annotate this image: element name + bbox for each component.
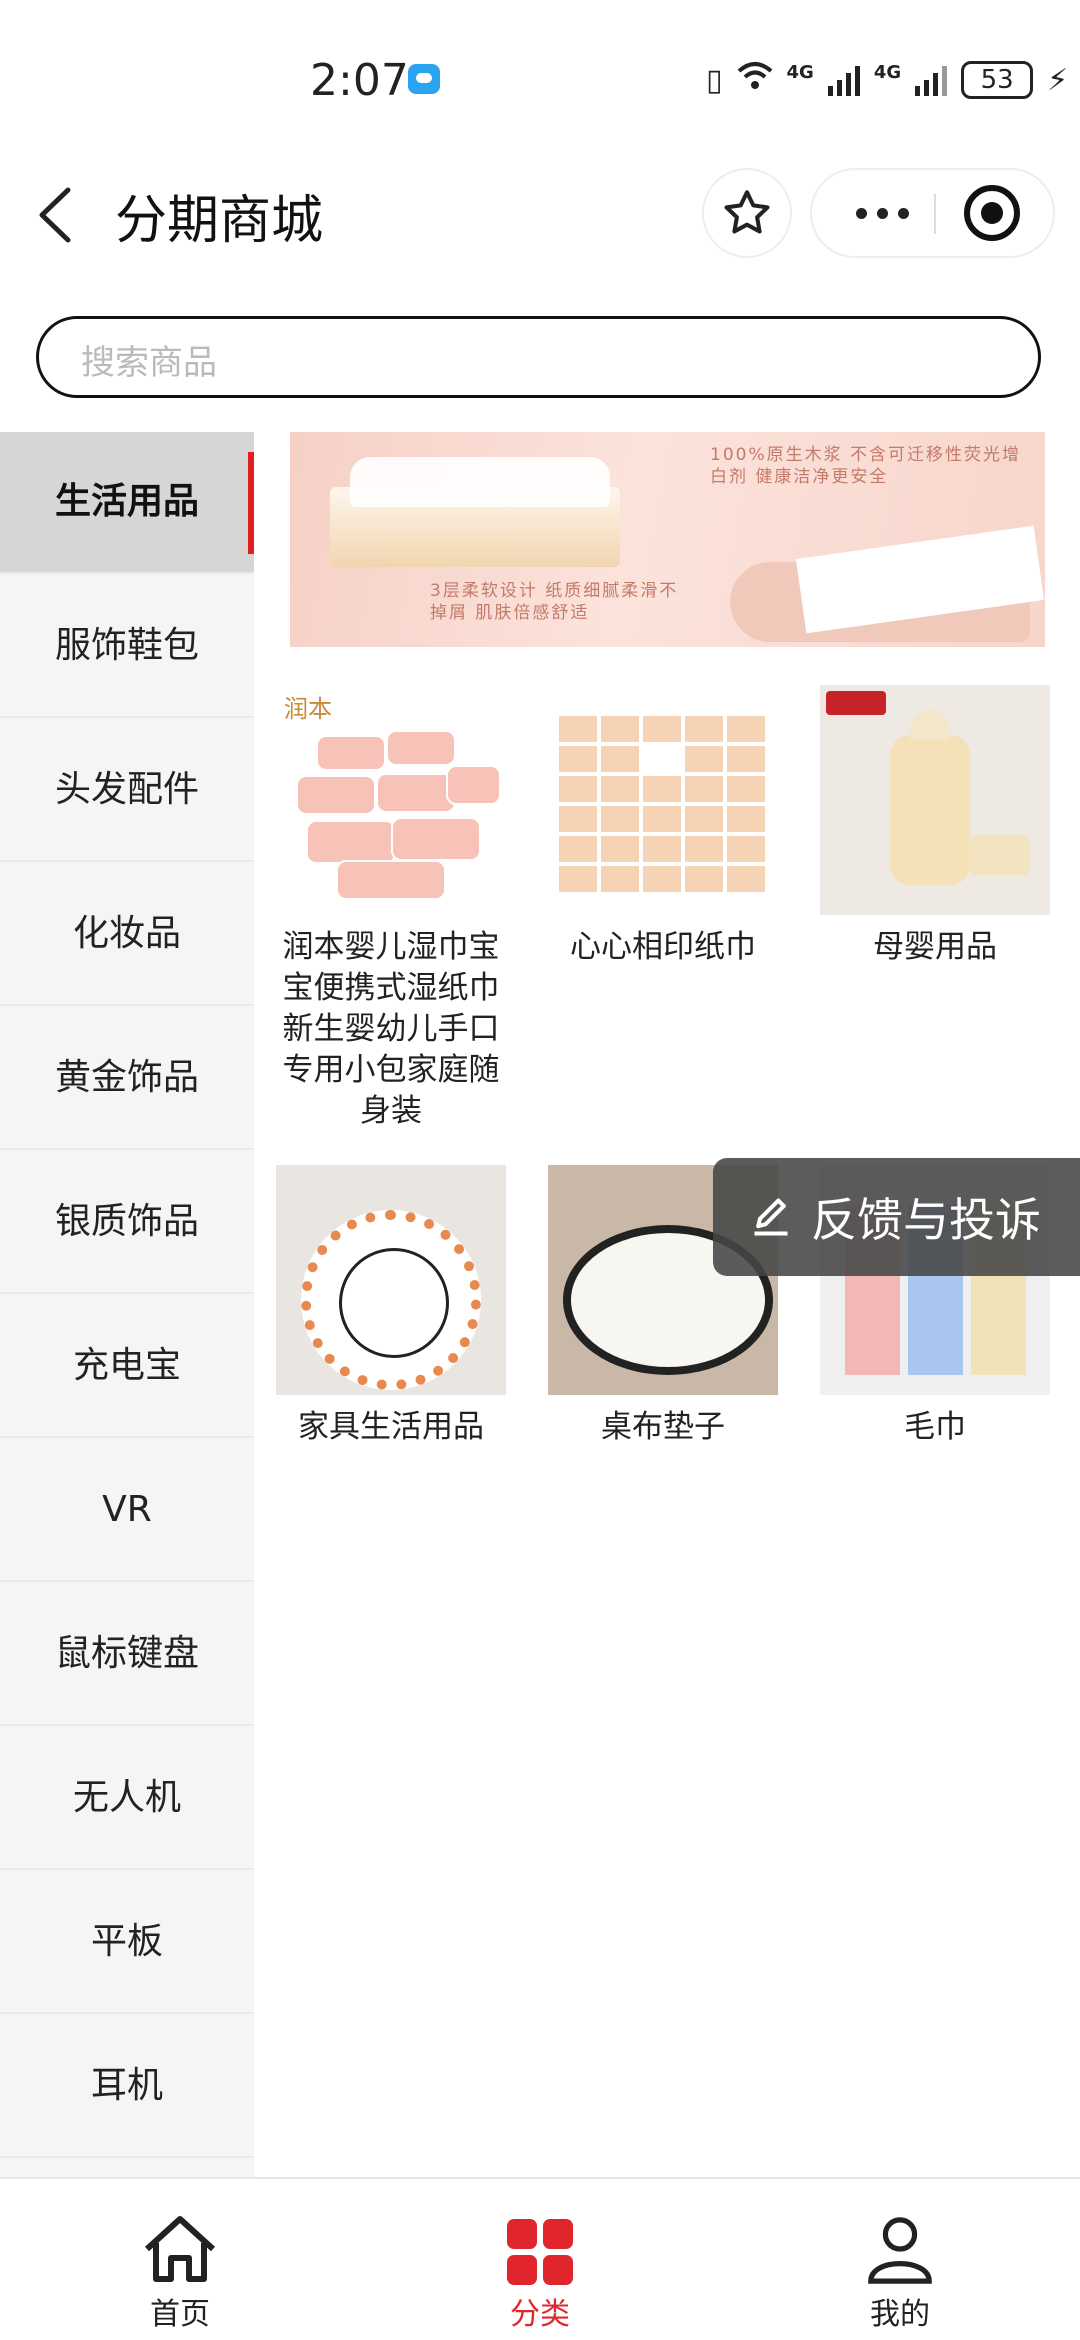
product-brand: 润本 — [284, 695, 332, 723]
network-type-1: 4G — [786, 61, 814, 83]
edit-icon — [754, 1198, 788, 1236]
promo-banner[interactable]: 100%原生木浆 不含可迁移性荧光增白剂 健康洁净更安全 3层柔软设计 纸质细腻… — [290, 432, 1045, 647]
sidebar-item-silver[interactable]: 银质饰品 — [0, 1152, 254, 1294]
category-grid-icon — [507, 2219, 573, 2285]
status-bar: 2:07 ▯ 4G 4G 53 ⚡ — [0, 0, 1080, 150]
product-image — [548, 685, 778, 915]
status-icons: ▯ 4G 4G 53 ⚡ — [706, 58, 1068, 102]
tab-label: 分类 — [510, 2297, 570, 2332]
product-name: 润本婴儿湿巾宝宝便携式湿纸巾新生婴幼儿手口专用小包家庭随身装 — [282, 929, 500, 1129]
product-image: 润本 — [276, 685, 506, 915]
tab-me[interactable]: 我的 — [800, 2209, 1000, 2333]
sidebar-item-earphones[interactable]: 耳机 — [0, 2016, 254, 2158]
sidebar-item-cosmetics[interactable]: 化妆品 — [0, 864, 254, 1006]
sidebar-item-gold[interactable]: 黄金饰品 — [0, 1008, 254, 1150]
sidebar-item-hair-accessories[interactable]: 头发配件 — [0, 720, 254, 862]
home-icon — [144, 2216, 216, 2282]
sidebar-item-apparel[interactable]: 服饰鞋包 — [0, 576, 254, 718]
product-card[interactable]: 润本 润本婴儿湿巾宝宝便携式湿纸巾新生婴幼儿手口专用小包家庭随身装 — [276, 685, 506, 1132]
tab-label: 我的 — [870, 2297, 930, 2332]
charging-icon: ⚡ — [1047, 62, 1069, 98]
sidebar-item-vr[interactable]: VR — [0, 1440, 254, 1582]
sidebar-item-power-bank[interactable]: 充电宝 — [0, 1296, 254, 1438]
vibrate-icon: ▯ — [706, 62, 723, 98]
product-card[interactable]: 家具生活用品 — [276, 1165, 506, 1448]
sidebar-item-daily-goods[interactable]: 生活用品 — [0, 432, 254, 574]
status-time: 2:07 — [310, 55, 409, 106]
favorite-button[interactable] — [702, 168, 792, 258]
network-type-2: 4G — [873, 61, 902, 83]
battery-icon: 53 — [961, 61, 1034, 99]
product-name: 毛巾 — [904, 1409, 966, 1445]
product-name: 心心相印纸巾 — [570, 929, 756, 965]
product-name: 家具生活用品 — [298, 1409, 484, 1445]
mall-page: 2:07 ▯ 4G 4G 53 ⚡ 分期商城 搜索商品 生活用品 服饰鞋包 头发… — [0, 0, 1080, 2340]
product-name: 母婴用品 — [873, 929, 997, 965]
star-icon — [724, 190, 770, 234]
back-icon[interactable] — [30, 182, 90, 248]
tab-category[interactable]: 分类 — [440, 2209, 640, 2333]
tab-home[interactable]: 首页 — [80, 2209, 280, 2333]
mini-program-capsule — [810, 168, 1055, 258]
more-icon[interactable] — [842, 170, 922, 256]
page-title: 分期商城 — [115, 191, 324, 251]
bottom-tab-bar: 首页 分类 我的 — [0, 2177, 1080, 2340]
feedback-label: 反馈与投诉 — [811, 1193, 1041, 1247]
search-placeholder: 搜索商品 — [81, 343, 217, 383]
product-name: 桌布垫子 — [601, 1409, 725, 1445]
brand-logo — [826, 691, 886, 715]
feedback-button[interactable]: 反馈与投诉 — [713, 1158, 1080, 1276]
banner-tissue — [350, 457, 610, 507]
signal-icon — [827, 64, 860, 96]
user-icon — [868, 2217, 932, 2284]
close-target-icon[interactable] — [964, 185, 1020, 241]
product-card[interactable]: 心心相印纸巾 — [548, 685, 778, 968]
banner-text-2: 3层柔软设计 纸质细腻柔滑不掉屑 肌肤倍感舒适 — [430, 581, 679, 623]
category-sidebar: 生活用品 服饰鞋包 头发配件 化妆品 黄金饰品 银质饰品 充电宝 VR 鼠标键盘… — [0, 432, 254, 2177]
wifi-icon — [737, 61, 773, 99]
chat-notification-icon — [408, 64, 440, 94]
signal-icon — [915, 64, 948, 96]
product-image — [276, 1165, 506, 1395]
app-header: 分期商城 — [0, 160, 1080, 270]
sidebar-item-mouse-keyboard[interactable]: 鼠标键盘 — [0, 1584, 254, 1726]
sidebar-item-drone[interactable]: 无人机 — [0, 1728, 254, 1870]
sidebar-item-tablet[interactable]: 平板 — [0, 1872, 254, 2014]
tab-label: 首页 — [150, 2297, 210, 2332]
capsule-divider — [934, 194, 936, 234]
product-card[interactable]: 母婴用品 — [820, 685, 1050, 968]
product-image — [820, 685, 1050, 915]
banner-text-1: 100%原生木浆 不含可迁移性荧光增白剂 健康洁净更安全 — [710, 445, 1022, 487]
search-input[interactable]: 搜索商品 — [36, 316, 1041, 398]
